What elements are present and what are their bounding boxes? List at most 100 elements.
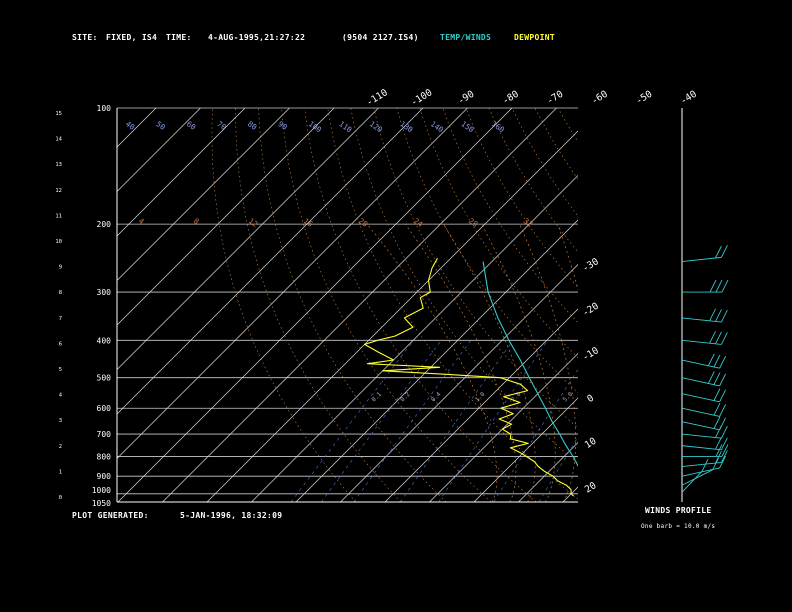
wind-barb-flag-14-1 bbox=[715, 279, 723, 293]
isotherm--20 bbox=[384, 308, 578, 502]
isotherm-40 bbox=[652, 108, 792, 502]
isotherm--150 bbox=[117, 108, 201, 192]
isotherm--140 bbox=[117, 108, 246, 237]
pressure-label-1000: 1000 bbox=[92, 486, 111, 495]
wind-barb-flag-11-2 bbox=[707, 353, 715, 366]
wind-barb-flag-8-0 bbox=[719, 404, 726, 417]
wind-barb-staff-11 bbox=[681, 359, 720, 369]
mixing-ratio-label-5: 5.0 bbox=[562, 391, 575, 404]
wind-barb-flag-14-0 bbox=[721, 279, 729, 293]
temp-label-top-4: -70 bbox=[545, 89, 566, 108]
pressure-label-900: 900 bbox=[97, 472, 112, 481]
wind-barb-staff-1 bbox=[681, 469, 713, 486]
wind-barb-flag-12-0 bbox=[720, 332, 728, 345]
temp-label-top-5: -60 bbox=[589, 89, 610, 108]
isotherm--60 bbox=[206, 130, 578, 502]
moist-adiabat-8 bbox=[405, 223, 517, 502]
pressure-label-800: 800 bbox=[97, 452, 112, 461]
isotherm--10 bbox=[429, 353, 578, 502]
wind-barb-14 bbox=[682, 279, 729, 293]
pressure-label-500: 500 bbox=[97, 374, 112, 383]
wind-barb-flag-15-0 bbox=[720, 245, 728, 258]
dry-adiabat-80 bbox=[465, 108, 578, 288]
temp-label-top-6: -50 bbox=[634, 89, 655, 108]
isotherm--190 bbox=[0, 108, 23, 502]
wind-barb-flag-7-0 bbox=[719, 417, 726, 431]
dewpoint-profile bbox=[364, 257, 574, 497]
wind-barb-flag-7-1 bbox=[713, 416, 721, 429]
height-label-0: 0 bbox=[59, 495, 62, 501]
dry-adiabat-label-3: 70 bbox=[215, 119, 228, 132]
wind-barb-flag-12-1 bbox=[715, 331, 722, 345]
moist-adiabat-label-0: 4 bbox=[137, 216, 146, 226]
wind-barb-flag-9-0 bbox=[719, 389, 726, 403]
wind-barb-flag-2-0 bbox=[719, 455, 726, 469]
dry-adiabat-label-8: 120 bbox=[368, 119, 385, 134]
mixing-ratio-label-0: 0.1 bbox=[370, 391, 383, 404]
mixing-ratio-10 bbox=[538, 436, 578, 502]
moist-adiabat-20 bbox=[519, 223, 577, 502]
pressure-label-200: 200 bbox=[97, 220, 112, 229]
height-label-7: 7 bbox=[59, 316, 62, 322]
isotherm-30 bbox=[608, 108, 792, 502]
wind-barb-10 bbox=[681, 371, 726, 387]
isotherm--30 bbox=[340, 264, 578, 502]
dry-adiabat-150 bbox=[627, 108, 792, 502]
wind-barb-flag-13-0 bbox=[720, 309, 728, 323]
isotherm-50 bbox=[697, 108, 792, 502]
wind-barb-flag-15-1 bbox=[715, 245, 722, 259]
dry-adiabat-label-7: 110 bbox=[337, 119, 354, 134]
isotherm--80 bbox=[117, 108, 513, 502]
height-label-12: 12 bbox=[55, 188, 62, 194]
wind-barb-flag-3-1 bbox=[715, 450, 722, 464]
dry-adiabat-label-4: 80 bbox=[246, 119, 259, 132]
pressure-label-300: 300 bbox=[97, 288, 112, 297]
dry-adiabat-label-5: 90 bbox=[276, 119, 289, 132]
mixing-ratio-1 bbox=[400, 340, 514, 502]
dry-adiabat-140 bbox=[604, 108, 792, 502]
dry-adiabat-label-9: 130 bbox=[398, 119, 415, 134]
dry-adiabat-label-2: 60 bbox=[185, 119, 198, 132]
height-label-9: 9 bbox=[59, 265, 62, 271]
wind-barb-flag-10-0 bbox=[719, 373, 726, 387]
dry-adiabat-110 bbox=[534, 108, 578, 180]
dry-adiabat--10 bbox=[258, 108, 447, 502]
dry-adiabat-label-0: 40 bbox=[124, 119, 137, 132]
isotherm-0 bbox=[473, 397, 578, 502]
dry-adiabat-label-12: 160 bbox=[490, 119, 507, 134]
dry-adiabat-40 bbox=[373, 108, 578, 429]
dry-adiabat--20 bbox=[235, 108, 402, 502]
moist-adiabat-32 bbox=[616, 224, 646, 502]
wind-barb-7 bbox=[681, 416, 726, 431]
wind-barb-1 bbox=[681, 457, 720, 486]
dry-adiabat-0 bbox=[281, 108, 492, 502]
height-label-10: 10 bbox=[55, 239, 62, 245]
wind-barb-flag-6-0 bbox=[720, 426, 728, 439]
temp-label-right-2: -10 bbox=[580, 345, 601, 364]
moist-adiabat-4 bbox=[366, 223, 498, 502]
skew-t-diagram: 1050100090080070060050040030020010001234… bbox=[0, 87, 792, 508]
height-label-11: 11 bbox=[55, 213, 62, 219]
mixing-ratio-label-1: 0.2 bbox=[399, 391, 412, 404]
wind-barb-11 bbox=[681, 353, 726, 369]
dry-adiabat-100 bbox=[511, 108, 578, 217]
pressure-label-600: 600 bbox=[97, 404, 112, 413]
height-label-1: 1 bbox=[59, 469, 62, 475]
wind-barb-staff-12 bbox=[681, 339, 722, 345]
isotherm-10 bbox=[518, 442, 578, 502]
temp-label-right-1: -20 bbox=[580, 301, 601, 320]
height-label-3: 3 bbox=[59, 418, 62, 424]
isotherm--90 bbox=[117, 108, 468, 459]
wind-barb-staff-2 bbox=[681, 467, 720, 477]
temp-label-top-0: -110 bbox=[365, 87, 390, 109]
wind-barb-3 bbox=[681, 450, 728, 468]
wind-barb-staff-0 bbox=[681, 471, 703, 493]
height-label-13: 13 bbox=[55, 162, 62, 168]
dry-adiabat-10 bbox=[304, 108, 537, 502]
height-label-14: 14 bbox=[55, 137, 62, 143]
temp-label-right-3: 0 bbox=[585, 393, 596, 406]
temp-label-right-5: 20 bbox=[583, 480, 599, 496]
dry-adiabat-160 bbox=[650, 108, 792, 502]
temp-label-top-7: -40 bbox=[678, 89, 699, 108]
pressure-label-700: 700 bbox=[97, 430, 112, 439]
